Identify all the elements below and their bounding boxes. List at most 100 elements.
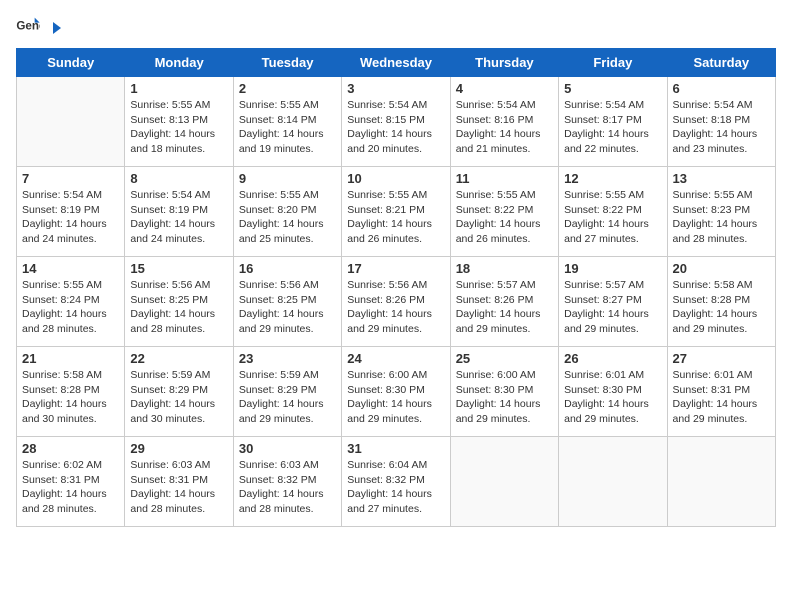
day-info: Sunrise: 5:55 AM Sunset: 8:21 PM Dayligh… <box>347 188 444 247</box>
column-header-thursday: Thursday <box>450 49 558 77</box>
day-number: 7 <box>22 171 119 186</box>
calendar-cell: 24Sunrise: 6:00 AM Sunset: 8:30 PM Dayli… <box>342 347 450 437</box>
day-number: 28 <box>22 441 119 456</box>
day-info: Sunrise: 5:58 AM Sunset: 8:28 PM Dayligh… <box>22 368 119 427</box>
calendar-cell: 12 Sunrise: 5:55 AM Sunset: 8:22 PM Dayli… <box>559 167 667 257</box>
day-number: 9 <box>239 171 336 186</box>
day-info: Sunrise: 5:55 AM Sunset: 8:13 PM Dayligh… <box>130 98 227 157</box>
day-number: 11 <box>456 171 553 186</box>
column-header-friday: Friday <box>559 49 667 77</box>
day-number: 20 <box>673 261 770 276</box>
day-info: Sunrise: 5:56 AM Sunset: 8:25 PM Dayligh… <box>239 278 336 337</box>
week-row-1: 1 Sunrise: 5:55 AM Sunset: 8:13 PM Daylig… <box>17 77 776 167</box>
day-number: 24 <box>347 351 444 366</box>
day-info: Sunrise: 5:56 AM Sunset: 8:26 PM Dayligh… <box>347 278 444 337</box>
day-info: Sunrise: 6:02 AM Sunset: 8:31 PM Dayligh… <box>22 458 119 517</box>
day-number: 16 <box>239 261 336 276</box>
day-number: 4 <box>456 81 553 96</box>
calendar-cell: 22 Sunrise: 5:59 AM Sunset: 8:29 PM Dayli… <box>125 347 233 437</box>
calendar-cell: 16 Sunrise: 5:56 AM Sunset: 8:25 PM Dayli… <box>233 257 341 347</box>
calendar-cell: 21 Sunrise: 5:58 AM Sunset: 8:28 PM Dayli… <box>17 347 125 437</box>
day-number: 1 <box>130 81 227 96</box>
day-info: Sunrise: 5:55 AM Sunset: 8:23 PM Dayligh… <box>673 188 770 247</box>
calendar-cell: 5 Sunrise: 5:54 AM Sunset: 8:17 PM Daylig… <box>559 77 667 167</box>
day-number: 2 <box>239 81 336 96</box>
calendar-cell: 13 Sunrise: 5:55 AM Sunset: 8:23 PM Dayli… <box>667 167 775 257</box>
column-header-saturday: Saturday <box>667 49 775 77</box>
day-number: 5 <box>564 81 661 96</box>
day-number: 13 <box>673 171 770 186</box>
day-info: Sunrise: 5:54 AM Sunset: 8:19 PM Dayligh… <box>22 188 119 247</box>
calendar-cell: 18 Sunrise: 5:57 AM Sunset: 8:26 PM Dayli… <box>450 257 558 347</box>
calendar-cell: 23 Sunrise: 5:59 AM Sunset: 8:29 PM Dayli… <box>233 347 341 437</box>
day-info: Sunrise: 6:00 AM Sunset: 8:30 PM Dayligh… <box>456 368 553 427</box>
day-info: Sunrise: 6:03 AM Sunset: 8:32 PM Dayligh… <box>239 458 336 517</box>
day-info: Sunrise: 5:54 AM Sunset: 8:17 PM Dayligh… <box>564 98 661 157</box>
day-number: 18 <box>456 261 553 276</box>
calendar-cell <box>17 77 125 167</box>
day-number: 23 <box>239 351 336 366</box>
calendar-cell: 10 Sunrise: 5:55 AM Sunset: 8:21 PM Dayli… <box>342 167 450 257</box>
calendar-cell: 3 Sunrise: 5:54 AM Sunset: 8:15 PM Daylig… <box>342 77 450 167</box>
day-number: 8 <box>130 171 227 186</box>
day-info: Sunrise: 5:57 AM Sunset: 8:27 PM Dayligh… <box>564 278 661 337</box>
day-number: 17 <box>347 261 444 276</box>
day-info: Sunrise: 6:01 AM Sunset: 8:31 PM Dayligh… <box>673 368 770 427</box>
day-number: 10 <box>347 171 444 186</box>
calendar-cell: 27Sunrise: 6:01 AM Sunset: 8:31 PM Dayli… <box>667 347 775 437</box>
day-number: 22 <box>130 351 227 366</box>
day-number: 19 <box>564 261 661 276</box>
calendar-header-row: SundayMondayTuesdayWednesdayThursdayFrid… <box>17 49 776 77</box>
calendar-cell: 17 Sunrise: 5:56 AM Sunset: 8:26 PM Dayli… <box>342 257 450 347</box>
day-number: 12 <box>564 171 661 186</box>
calendar-cell: 15 Sunrise: 5:56 AM Sunset: 8:25 PM Dayli… <box>125 257 233 347</box>
day-number: 6 <box>673 81 770 96</box>
column-header-monday: Monday <box>125 49 233 77</box>
day-info: Sunrise: 5:57 AM Sunset: 8:26 PM Dayligh… <box>456 278 553 337</box>
calendar-cell: 30 Sunrise: 6:03 AM Sunset: 8:32 PM Dayli… <box>233 437 341 527</box>
week-row-3: 14 Sunrise: 5:55 AM Sunset: 8:24 PM Dayli… <box>17 257 776 347</box>
calendar-cell: 11 Sunrise: 5:55 AM Sunset: 8:22 PM Dayli… <box>450 167 558 257</box>
logo-icon: General <box>16 16 40 36</box>
day-info: Sunrise: 6:04 AM Sunset: 8:32 PM Dayligh… <box>347 458 444 517</box>
day-number: 26 <box>564 351 661 366</box>
day-info: Sunrise: 6:03 AM Sunset: 8:31 PM Dayligh… <box>130 458 227 517</box>
week-row-5: 28 Sunrise: 6:02 AM Sunset: 8:31 PM Dayli… <box>17 437 776 527</box>
calendar-cell: 31Sunrise: 6:04 AM Sunset: 8:32 PM Dayli… <box>342 437 450 527</box>
day-info: Sunrise: 5:55 AM Sunset: 8:22 PM Dayligh… <box>456 188 553 247</box>
column-header-tuesday: Tuesday <box>233 49 341 77</box>
calendar-cell: 4Sunrise: 5:54 AM Sunset: 8:16 PM Daylig… <box>450 77 558 167</box>
day-number: 3 <box>347 81 444 96</box>
calendar-cell <box>667 437 775 527</box>
calendar-cell: 2Sunrise: 5:55 AM Sunset: 8:14 PM Daylig… <box>233 77 341 167</box>
calendar-cell: 8 Sunrise: 5:54 AM Sunset: 8:19 PM Daylig… <box>125 167 233 257</box>
calendar-cell <box>559 437 667 527</box>
calendar-cell: 6 Sunrise: 5:54 AM Sunset: 8:18 PM Daylig… <box>667 77 775 167</box>
day-info: Sunrise: 5:56 AM Sunset: 8:25 PM Dayligh… <box>130 278 227 337</box>
week-row-4: 21 Sunrise: 5:58 AM Sunset: 8:28 PM Dayli… <box>17 347 776 437</box>
calendar-cell: 29 Sunrise: 6:03 AM Sunset: 8:31 PM Dayli… <box>125 437 233 527</box>
calendar-cell: 14 Sunrise: 5:55 AM Sunset: 8:24 PM Dayli… <box>17 257 125 347</box>
calendar-cell: 20Sunrise: 5:58 AM Sunset: 8:28 PM Dayli… <box>667 257 775 347</box>
day-number: 29 <box>130 441 227 456</box>
calendar-cell: 1 Sunrise: 5:55 AM Sunset: 8:13 PM Daylig… <box>125 77 233 167</box>
day-info: Sunrise: 5:59 AM Sunset: 8:29 PM Dayligh… <box>130 368 227 427</box>
calendar-cell: 28 Sunrise: 6:02 AM Sunset: 8:31 PM Dayli… <box>17 437 125 527</box>
logo: General <box>16 16 62 36</box>
calendar-cell <box>450 437 558 527</box>
calendar-cell: 9 Sunrise: 5:55 AM Sunset: 8:20 PM Daylig… <box>233 167 341 257</box>
day-info: Sunrise: 5:55 AM Sunset: 8:24 PM Dayligh… <box>22 278 119 337</box>
calendar-cell: 19 Sunrise: 5:57 AM Sunset: 8:27 PM Dayli… <box>559 257 667 347</box>
day-number: 30 <box>239 441 336 456</box>
day-number: 15 <box>130 261 227 276</box>
calendar-table: SundayMondayTuesdayWednesdayThursdayFrid… <box>16 48 776 527</box>
day-info: Sunrise: 5:54 AM Sunset: 8:19 PM Dayligh… <box>130 188 227 247</box>
day-info: Sunrise: 5:54 AM Sunset: 8:15 PM Dayligh… <box>347 98 444 157</box>
day-number: 14 <box>22 261 119 276</box>
day-number: 21 <box>22 351 119 366</box>
day-info: Sunrise: 6:01 AM Sunset: 8:30 PM Dayligh… <box>564 368 661 427</box>
day-info: Sunrise: 5:55 AM Sunset: 8:20 PM Dayligh… <box>239 188 336 247</box>
day-info: Sunrise: 5:54 AM Sunset: 8:18 PM Dayligh… <box>673 98 770 157</box>
day-info: Sunrise: 5:55 AM Sunset: 8:22 PM Dayligh… <box>564 188 661 247</box>
day-info: Sunrise: 5:59 AM Sunset: 8:29 PM Dayligh… <box>239 368 336 427</box>
